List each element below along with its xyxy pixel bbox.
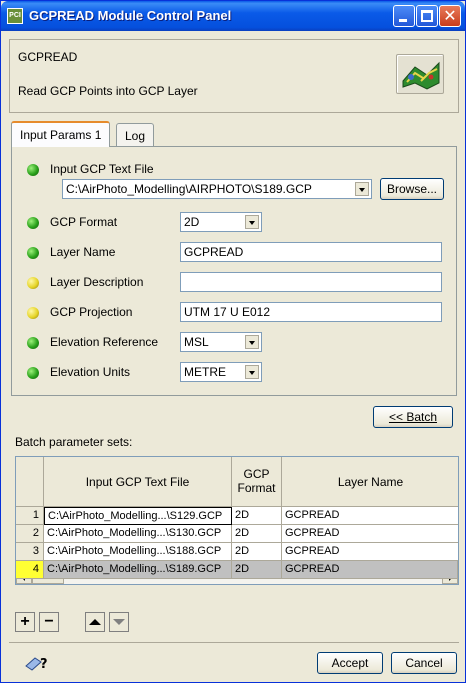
maximize-button[interactable]	[416, 5, 438, 27]
table-cell-format[interactable]: 2D	[232, 561, 282, 579]
table-cell-file[interactable]: C:\AirPhoto_Modelling...\S130.GCP	[44, 525, 232, 543]
gcp-format-label: GCP Format	[50, 215, 118, 229]
table-cell-file[interactable]: C:\AirPhoto_Modelling...\S188.GCP	[44, 543, 232, 561]
row-number-header[interactable]	[16, 457, 44, 507]
column-header-gcp-file[interactable]: Input GCP Text File	[44, 457, 232, 507]
move-down-button[interactable]	[109, 612, 129, 632]
elevation-reference-value: MSL	[184, 335, 209, 349]
accept-button[interactable]: Accept	[317, 652, 383, 674]
browse-button[interactable]: Browse...	[380, 178, 444, 200]
airphoto-map-icon	[402, 61, 440, 90]
layer-name-value: GCPREAD	[184, 245, 244, 259]
elevation-units-select[interactable]: METRE	[180, 362, 262, 382]
module-description: Read GCP Points into GCP Layer	[18, 84, 198, 98]
chevron-down-icon[interactable]	[245, 335, 259, 349]
batch-toggle-button[interactable]: << Batch	[373, 406, 453, 428]
gcp-file-label: Input GCP Text File	[50, 162, 154, 176]
input-params-panel: Input GCP Text File C:\AirPhoto_Modellin…	[11, 146, 457, 396]
layer-name-label: Layer Name	[50, 245, 116, 259]
arrow-up-icon	[89, 619, 101, 625]
remove-row-button[interactable]: −	[39, 612, 59, 632]
elevation-reference-select[interactable]: MSL	[180, 332, 262, 352]
gcp-projection-label: GCP Projection	[50, 305, 133, 319]
status-green-icon	[27, 217, 39, 229]
table-cell-format[interactable]: 2D	[232, 525, 282, 543]
chevron-down-icon[interactable]	[245, 215, 259, 229]
svg-text:?: ?	[40, 657, 48, 672]
row-number[interactable]: 2	[16, 525, 44, 543]
tab-log[interactable]: Log	[116, 123, 155, 147]
gcp-projection-input[interactable]: UTM 17 U E012	[180, 302, 442, 322]
minimize-icon	[399, 19, 407, 22]
gcp-file-combo[interactable]: C:\AirPhoto_Modelling\AIRPHOTO\S189.GCP	[62, 179, 372, 199]
move-up-button[interactable]	[85, 612, 105, 632]
elevation-units-label: Elevation Units	[50, 365, 131, 379]
cancel-button[interactable]: Cancel	[391, 652, 457, 674]
status-green-icon	[27, 164, 39, 176]
app-icon[interactable]: PCI	[7, 8, 23, 24]
status-yellow-icon	[27, 277, 39, 289]
table-cell-layer[interactable]: GCPREAD	[282, 507, 458, 525]
footer-divider	[9, 642, 459, 643]
elevation-reference-label: Elevation Reference	[50, 335, 159, 349]
module-name: GCPREAD	[18, 50, 78, 64]
table-cell-format[interactable]: 2D	[232, 543, 282, 561]
column-header-gcp-format[interactable]: GCP Format	[232, 457, 282, 507]
table-cell-layer[interactable]: GCPREAD	[282, 561, 458, 579]
table-cell-format[interactable]: 2D	[232, 507, 282, 525]
module-header: GCPREAD Read GCP Points into GCP Layer	[9, 39, 459, 113]
maximize-icon	[421, 10, 433, 22]
close-icon: ✕	[443, 6, 457, 25]
table-cell-layer[interactable]: GCPREAD	[282, 525, 458, 543]
status-green-icon	[27, 367, 39, 379]
batch-section-label: Batch parameter sets:	[15, 435, 133, 449]
gcp-file-value: C:\AirPhoto_Modelling\AIRPHOTO\S189.GCP	[66, 182, 312, 196]
chevron-down-icon[interactable]	[245, 365, 259, 379]
close-button[interactable]: ✕	[439, 5, 461, 27]
arrow-down-icon	[113, 619, 125, 625]
column-header-layer-name[interactable]: Layer Name	[282, 457, 458, 507]
module-picture-button[interactable]	[396, 54, 444, 94]
layer-description-input[interactable]	[180, 272, 442, 292]
title-bar[interactable]: PCI GCPREAD Module Control Panel ✕	[1, 1, 465, 31]
minimize-button[interactable]	[393, 5, 415, 27]
status-green-icon	[27, 337, 39, 349]
gcp-format-select[interactable]: 2D	[180, 212, 262, 232]
tab-input-params-1[interactable]: Input Params 1	[11, 121, 111, 147]
status-green-icon	[27, 247, 39, 259]
table-cell-layer[interactable]: GCPREAD	[282, 543, 458, 561]
layer-description-label: Layer Description	[50, 275, 144, 289]
row-number[interactable]: 4	[16, 561, 44, 579]
elevation-units-value: METRE	[184, 365, 226, 379]
chevron-down-icon[interactable]	[355, 182, 369, 196]
row-number[interactable]: 1	[16, 507, 44, 525]
status-yellow-icon	[27, 307, 39, 319]
help-pointer-icon: ?	[25, 657, 48, 672]
row-number[interactable]: 3	[16, 543, 44, 561]
gcp-format-value: 2D	[184, 215, 200, 229]
layer-name-input[interactable]: GCPREAD	[180, 242, 442, 262]
table-cell-file[interactable]: C:\AirPhoto_Modelling...\S129.GCP	[44, 507, 232, 525]
table-row[interactable]: 4 C:\AirPhoto_Modelling...\S189.GCP 2D G…	[16, 561, 458, 579]
window-title: GCPREAD Module Control Panel	[29, 8, 232, 23]
add-row-button[interactable]: +	[15, 612, 35, 632]
gcp-projection-value: UTM 17 U E012	[184, 305, 271, 319]
table-cell-file[interactable]: C:\AirPhoto_Modelling...\S189.GCP	[44, 561, 232, 579]
module-control-panel-window: PCI GCPREAD Module Control Panel ✕ GCPRE…	[0, 0, 466, 683]
help-button[interactable]: ?	[23, 652, 53, 674]
